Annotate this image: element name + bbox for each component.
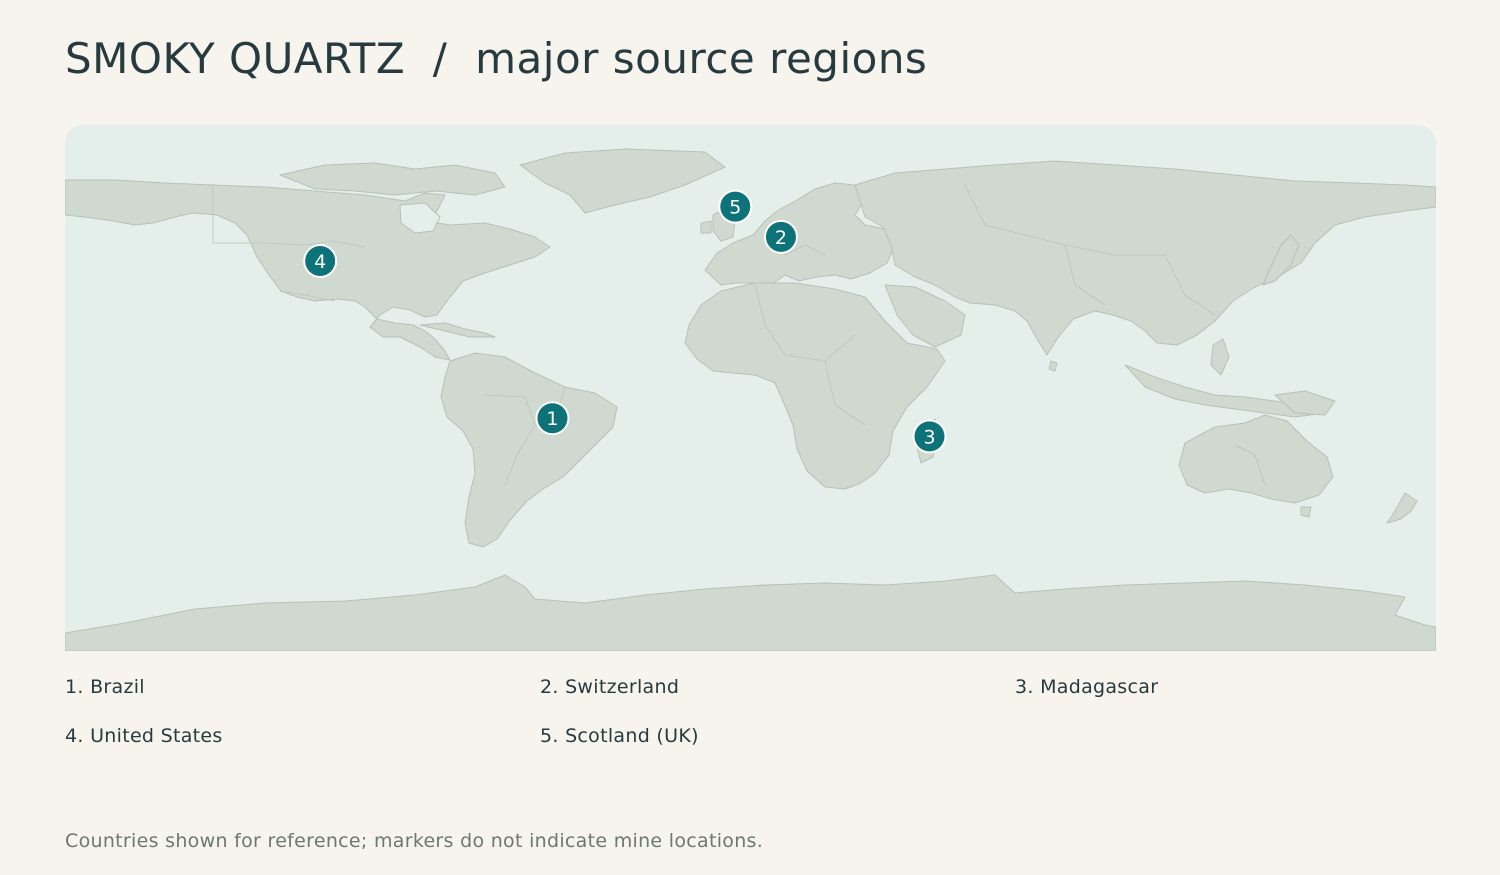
new-zealand bbox=[1386, 492, 1418, 524]
map-marker-brazil: 1 bbox=[535, 401, 570, 436]
south-america bbox=[440, 352, 618, 548]
page: SMOKY QUARTZ / major source regions 1 2 … bbox=[0, 0, 1500, 875]
marker-number: 4 bbox=[314, 251, 326, 273]
legend-item-scotland: 5. Scotland (UK) bbox=[540, 725, 699, 747]
caribbean bbox=[419, 322, 496, 338]
marker-number: 3 bbox=[923, 426, 935, 448]
footnote: Countries shown for reference; markers d… bbox=[65, 830, 764, 852]
map-marker-united-states: 4 bbox=[303, 244, 338, 279]
marker-number: 5 bbox=[729, 197, 741, 219]
ireland bbox=[700, 220, 712, 234]
legend-item-united-states: 4. United States bbox=[65, 725, 223, 747]
world-map: 1 2 3 4 5 bbox=[65, 125, 1436, 651]
philippines bbox=[1210, 338, 1230, 376]
legend-item-brazil: 1. Brazil bbox=[65, 676, 145, 698]
page-title: SMOKY QUARTZ / major source regions bbox=[65, 34, 928, 83]
marker-number: 1 bbox=[546, 408, 558, 430]
map-marker-madagascar: 3 bbox=[912, 419, 947, 454]
legend-item-switzerland: 2. Switzerland bbox=[540, 676, 680, 698]
tasmania bbox=[1300, 506, 1312, 518]
map-marker-scotland-uk: 5 bbox=[718, 189, 753, 224]
greenland bbox=[519, 148, 726, 214]
arctic-islands bbox=[279, 162, 506, 196]
landmasses bbox=[65, 148, 1436, 651]
map-marker-switzerland: 2 bbox=[763, 219, 798, 254]
sri-lanka bbox=[1048, 360, 1058, 372]
antarctica bbox=[65, 574, 1436, 651]
marker-number: 2 bbox=[775, 227, 787, 249]
map-svg: 1 2 3 4 5 bbox=[65, 148, 1436, 651]
legend-item-madagascar: 3. Madagascar bbox=[1015, 676, 1159, 698]
